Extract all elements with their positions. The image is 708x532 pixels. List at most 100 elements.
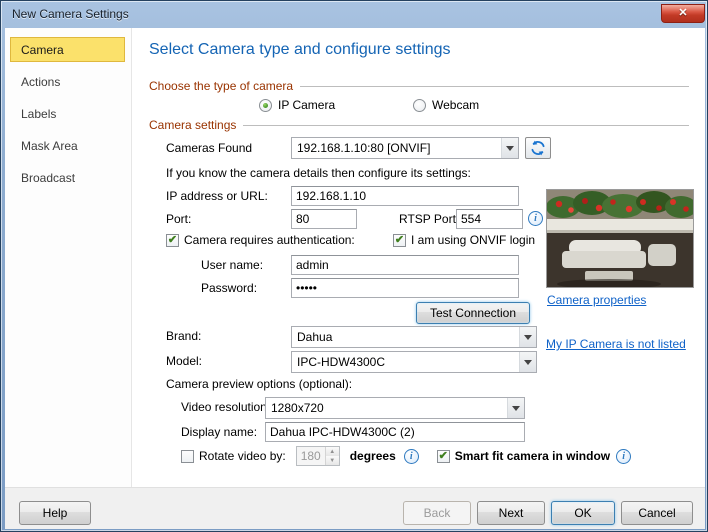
cancel-button[interactable]: Cancel (621, 501, 693, 525)
model-label: Model: (166, 354, 203, 368)
help-label: Help (42, 506, 68, 520)
next-label: Next (498, 506, 524, 520)
cancel-label: Cancel (638, 506, 676, 520)
sidebar-item-label: Broadcast (21, 171, 76, 185)
refresh-cameras-button[interactable] (525, 137, 551, 159)
smart-fit-info-icon[interactable]: i (616, 448, 632, 464)
password-field[interactable] (291, 278, 519, 298)
sidebar-item-broadcast[interactable]: Broadcast (10, 165, 125, 190)
test-connection-button[interactable]: Test Connection (416, 302, 530, 324)
group-camera-type: Choose the type of camera (149, 79, 689, 93)
preview-options-label: Camera preview options (optional): (166, 377, 353, 391)
radio-webcam[interactable]: Webcam (413, 98, 479, 112)
model-select[interactable]: IPC-HDW4300C (291, 351, 537, 373)
brand-label: Brand: (166, 329, 202, 343)
sidebar-item-labels[interactable]: Labels (10, 101, 125, 126)
dialog-body: Camera Actions Labels Mask Area Broadcas… (5, 28, 705, 529)
group-divider (300, 85, 689, 87)
display-name-field[interactable] (265, 422, 525, 442)
check-icon: ✔ (167, 233, 178, 246)
username-label: User name: (201, 258, 264, 272)
ok-label: OK (574, 506, 592, 520)
titlebar[interactable]: New Camera Settings ✕ (1, 1, 707, 28)
check-icon: ✔ (394, 233, 405, 246)
camera-preview-image (546, 189, 694, 288)
group-camera-settings: Camera settings (149, 118, 689, 132)
camera-properties-link[interactable]: Camera properties (547, 293, 646, 307)
cameras-found-select[interactable]: 192.168.1.10:80 [ONVIF] (291, 137, 519, 159)
auth-checkbox[interactable]: ✔ Camera requires authentication: (166, 233, 355, 247)
chevron-down-icon (507, 398, 524, 418)
smart-fit-label: Smart fit camera in window (454, 449, 611, 463)
sidebar-item-actions[interactable]: Actions (10, 69, 125, 94)
port-label: Port: (166, 212, 192, 226)
rotate-degrees-stepper: 180 ▲ ▼ (295, 446, 340, 466)
smart-fit-checkbox[interactable]: ✔ (436, 449, 450, 463)
password-label: Password: (201, 281, 258, 295)
video-resolution-label: Video resolution: (181, 400, 271, 414)
port-field[interactable] (291, 209, 357, 229)
rotate-row: Rotate video by: 180 ▲ ▼ degrees i ✔ Sma… (181, 446, 632, 466)
refresh-icon (531, 140, 545, 156)
onvif-login-checkbox[interactable]: ✔ I am using ONVIF login (393, 233, 535, 247)
radio-webcam-label: Webcam (432, 98, 480, 112)
details-hint-text: If you know the camera details then conf… (166, 166, 471, 180)
onvif-checkbox-label: I am using ONVIF login (411, 233, 536, 247)
close-button[interactable]: ✕ (661, 4, 705, 23)
ip-address-label: IP address or URL: (166, 189, 268, 203)
brand-select[interactable]: Dahua (291, 326, 537, 348)
video-resolution-select[interactable]: 1280x720 (265, 397, 525, 419)
sidebar-item-label: Actions (21, 75, 61, 89)
chevron-down-icon (519, 327, 536, 347)
footer-bar: Help Back Next OK Cancel (5, 487, 705, 529)
ok-button[interactable]: OK (551, 501, 615, 525)
back-label: Back (423, 506, 451, 520)
ip-address-field[interactable] (291, 186, 519, 206)
test-connection-label: Test Connection (429, 306, 517, 320)
degrees-label: degrees (349, 449, 396, 463)
window-title: New Camera Settings (12, 7, 129, 21)
model-value: IPC-HDW4300C (297, 355, 386, 369)
ip-camera-not-listed-link[interactable]: My IP Camera is not listed (546, 337, 686, 351)
checkbox-indicator: ✔ (166, 233, 179, 247)
rotate-info-icon[interactable]: i (403, 448, 419, 464)
check-icon: ✔ (438, 449, 448, 462)
chevron-down-icon (501, 138, 518, 158)
sidebar: Camera Actions Labels Mask Area Broadcas… (5, 28, 132, 487)
back-button: Back (403, 501, 471, 525)
brand-value: Dahua (297, 330, 333, 344)
radio-indicator (413, 98, 426, 112)
sidebar-item-label: Labels (21, 107, 57, 121)
sidebar-item-camera[interactable]: Camera (10, 37, 125, 62)
radio-indicator (259, 98, 272, 112)
help-button[interactable]: Help (19, 501, 91, 525)
next-button[interactable]: Next (477, 501, 545, 525)
group-camera-type-label: Choose the type of camera (149, 79, 294, 93)
sidebar-item-label: Camera (21, 43, 64, 57)
page-title: Select Camera type and configure setting… (149, 41, 451, 58)
sidebar-item-label: Mask Area (21, 139, 78, 153)
chevron-down-icon (519, 352, 536, 372)
group-divider (243, 124, 689, 126)
rtsp-port-field[interactable] (456, 209, 523, 229)
video-resolution-value: 1280x720 (271, 401, 324, 415)
spin-up-icon: ▲ (325, 447, 339, 456)
spin-down-icon: ▼ (325, 456, 339, 465)
close-icon: ✕ (678, 7, 688, 19)
rtsp-info-icon[interactable]: i (528, 211, 543, 226)
username-field[interactable] (291, 255, 519, 275)
sidebar-item-mask-area[interactable]: Mask Area (10, 133, 125, 158)
radio-ip-camera[interactable]: IP Camera (259, 98, 335, 112)
radio-ip-camera-label: IP Camera (278, 98, 336, 112)
rotate-checkbox[interactable] (181, 449, 194, 463)
checkbox-indicator: ✔ (393, 233, 406, 247)
cameras-found-label: Cameras Found (166, 141, 253, 155)
display-name-label: Display name: (181, 425, 258, 439)
auth-checkbox-label: Camera requires authentication: (184, 233, 355, 247)
group-camera-settings-label: Camera settings (149, 118, 237, 132)
rotate-degrees-value: 180 (300, 449, 321, 463)
new-camera-settings-dialog: New Camera Settings ✕ Camera Actions Lab… (0, 0, 708, 532)
rotate-checkbox-label: Rotate video by: (199, 449, 286, 463)
cameras-found-value: 192.168.1.10:80 [ONVIF] (297, 141, 431, 155)
rtsp-port-label: RTSP Port: (399, 212, 460, 226)
